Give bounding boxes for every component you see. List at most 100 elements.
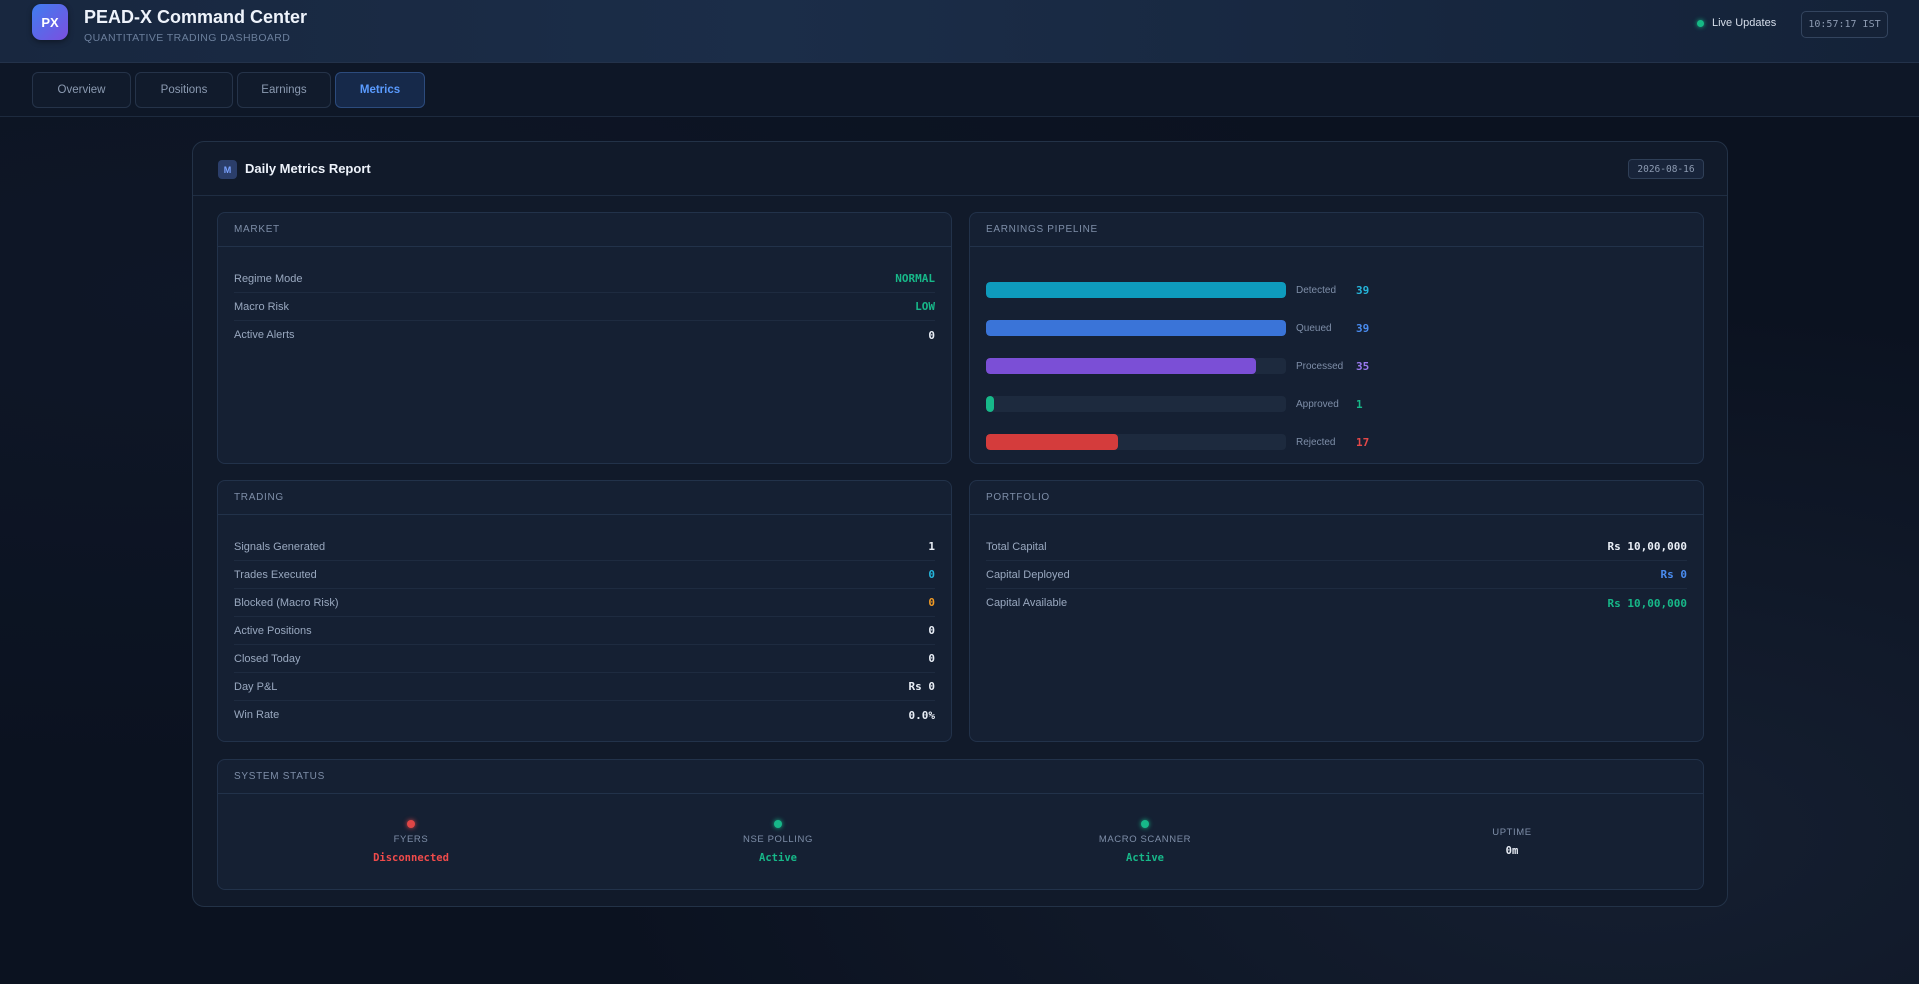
status-item-nse-polling: NSE POLLING Active (698, 794, 858, 890)
metric-label: Macro Risk (234, 300, 290, 313)
portfolio-rows: Total Capital Rs 10,00,000 Capital Deploye… (970, 515, 1703, 617)
status-value: Active (759, 852, 797, 864)
status-value: Disconnected (373, 852, 449, 864)
metric-row: Blocked (Macro Risk) 0 (234, 589, 935, 617)
pipeline-bar-track (986, 434, 1286, 450)
pipeline-bar-fill (986, 358, 1256, 374)
app-logo: PX (32, 4, 68, 40)
earnings-pipeline-heading: EARNINGS PIPELINE (970, 213, 1703, 247)
pipeline-stage-count: 1 (1356, 397, 1363, 411)
metric-value: LOW (915, 300, 935, 313)
metric-label: Active Alerts (234, 329, 295, 341)
status-value: 0m (1505, 845, 1519, 857)
metric-label: Capital Available (986, 597, 1068, 609)
status-value: Active (1126, 852, 1164, 864)
pipeline-stage-count: 39 (1356, 321, 1370, 335)
clock: 10:57:17 IST (1801, 11, 1888, 38)
metric-label: Day P&L (234, 680, 278, 693)
metric-row: Capital Deployed Rs 0 (986, 561, 1687, 589)
metric-row: Active Alerts 0 (234, 321, 935, 349)
status-dot-icon (407, 820, 415, 828)
market-rows: Regime Mode NORMAL Macro Risk LOW Active Ale… (218, 247, 951, 349)
pipeline-stage: Approved 1 (986, 385, 1687, 423)
daily-metrics-report-card: M Daily Metrics Report 2026-08-16 MARKET… (192, 141, 1728, 907)
app-title: PEAD-X Command Center (84, 7, 308, 27)
metric-label: Regime Mode (234, 272, 303, 285)
metric-value: Rs 10,00,000 (1607, 540, 1687, 553)
metric-value: 0 (928, 652, 935, 665)
portfolio-panel: PORTFOLIO Total Capital Rs 10,00,000 Capit… (969, 480, 1704, 742)
pipeline-bar-track (986, 396, 1286, 412)
metric-row: Total Capital Rs 10,00,000 (986, 533, 1687, 561)
metric-row: Macro Risk LOW (234, 293, 935, 321)
pipeline-stage-label: Rejected (1296, 436, 1336, 448)
market-panel-heading: MARKET (218, 213, 951, 247)
earnings-pipeline-panel: EARNINGS PIPELINE Detected 39 Queued 39 Proc… (969, 212, 1704, 464)
status-name: FYERS (393, 834, 429, 845)
metric-row: Win Rate 0.0% (234, 701, 935, 729)
portfolio-panel-heading: PORTFOLIO (970, 481, 1703, 515)
status-item-macro-scanner: MACRO SCANNER Active (1065, 794, 1225, 890)
market-panel: MARKET Regime Mode NORMAL Macro Risk LOW Act… (217, 212, 952, 464)
metric-value: 1 (928, 540, 935, 553)
pipeline-bar-fill (986, 282, 1286, 298)
status-name: NSE POLLING (743, 834, 813, 845)
metric-label: Win Rate (234, 709, 280, 721)
report-title: Daily Metrics Report (245, 161, 371, 176)
pipeline-bar-fill (986, 396, 994, 412)
pipeline-stages: Detected 39 Queued 39 Processed 35 Approved 1 Re… (970, 247, 1703, 461)
app-header: PX PEAD-X Command Center QUANTITATIVE TR… (0, 0, 1919, 63)
metric-label: Trades Executed (234, 568, 317, 581)
app-subtitle: QUANTITATIVE TRADING DASHBOARD (84, 32, 291, 44)
pipeline-stage: Queued 39 (986, 309, 1687, 347)
metric-row: Signals Generated 1 (234, 533, 935, 561)
status-name: MACRO SCANNER (1098, 834, 1192, 845)
metric-label: Active Positions (234, 624, 312, 637)
live-updates-indicator: Live Updates (1697, 17, 1776, 29)
tab-metrics[interactable]: Metrics (335, 72, 425, 108)
system-status-heading: SYSTEM STATUS (218, 760, 1703, 794)
pipeline-stage-label: Processed (1296, 360, 1344, 372)
pipeline-stage-count: 35 (1356, 359, 1370, 373)
status-name: UPTIME (1492, 827, 1532, 838)
tab-earnings[interactable]: Earnings (237, 72, 331, 108)
pipeline-stage-label: Detected (1296, 284, 1337, 296)
metric-label: Blocked (Macro Risk) (234, 596, 339, 609)
metric-label: Closed Today (234, 652, 301, 665)
metrics-report-icon: M (218, 160, 237, 179)
metric-value: Rs 0 (1660, 568, 1688, 581)
tab-overview[interactable]: Overview (32, 72, 131, 108)
metric-label: Capital Deployed (986, 568, 1070, 581)
pipeline-stage-count: 17 (1356, 435, 1370, 449)
pipeline-stage: Detected 39 (986, 271, 1687, 309)
status-dot-icon (1141, 820, 1149, 828)
metric-value: 0 (928, 328, 935, 342)
report-header: M Daily Metrics Report 2026-08-16 (193, 142, 1727, 196)
pipeline-stage: Rejected 17 (986, 423, 1687, 461)
status-dot-icon (774, 820, 782, 828)
pipeline-stage: Processed 35 (986, 347, 1687, 385)
metric-row: Day P&L Rs 0 (234, 673, 935, 701)
system-status-items: FYERS Disconnected NSE POLLING Active MACRO … (218, 794, 1703, 890)
status-item-fyers: FYERS Disconnected (331, 794, 491, 890)
tab-positions[interactable]: Positions (135, 72, 233, 108)
metric-label: Total Capital (986, 540, 1047, 553)
metric-row: Capital Available Rs 10,00,000 (986, 589, 1687, 617)
pipeline-stage-count: 39 (1356, 283, 1370, 297)
pipeline-bar-track (986, 358, 1286, 374)
metric-row: Active Positions 0 (234, 617, 935, 645)
metric-row: Regime Mode NORMAL (234, 265, 935, 293)
live-status-dot-icon (1697, 19, 1704, 27)
pipeline-bar-fill (986, 320, 1286, 336)
status-item-uptime: UPTIME 0m (1432, 794, 1592, 890)
pipeline-stage-label: Queued (1296, 322, 1332, 334)
live-updates-label: Live Updates (1712, 17, 1777, 29)
system-status-panel: SYSTEM STATUS FYERS Disconnected NSE POLLI… (217, 759, 1704, 890)
metric-label: Signals Generated (234, 540, 326, 553)
metric-value: Rs 0 (908, 680, 936, 693)
trading-rows: Signals Generated 1 Trades Executed 0 Blocke… (218, 515, 951, 729)
metric-row: Trades Executed 0 (234, 561, 935, 589)
trading-panel: TRADING Signals Generated 1 Trades Execute… (217, 480, 952, 742)
metric-value: 0 (928, 596, 935, 609)
metric-value: 0 (928, 568, 935, 581)
